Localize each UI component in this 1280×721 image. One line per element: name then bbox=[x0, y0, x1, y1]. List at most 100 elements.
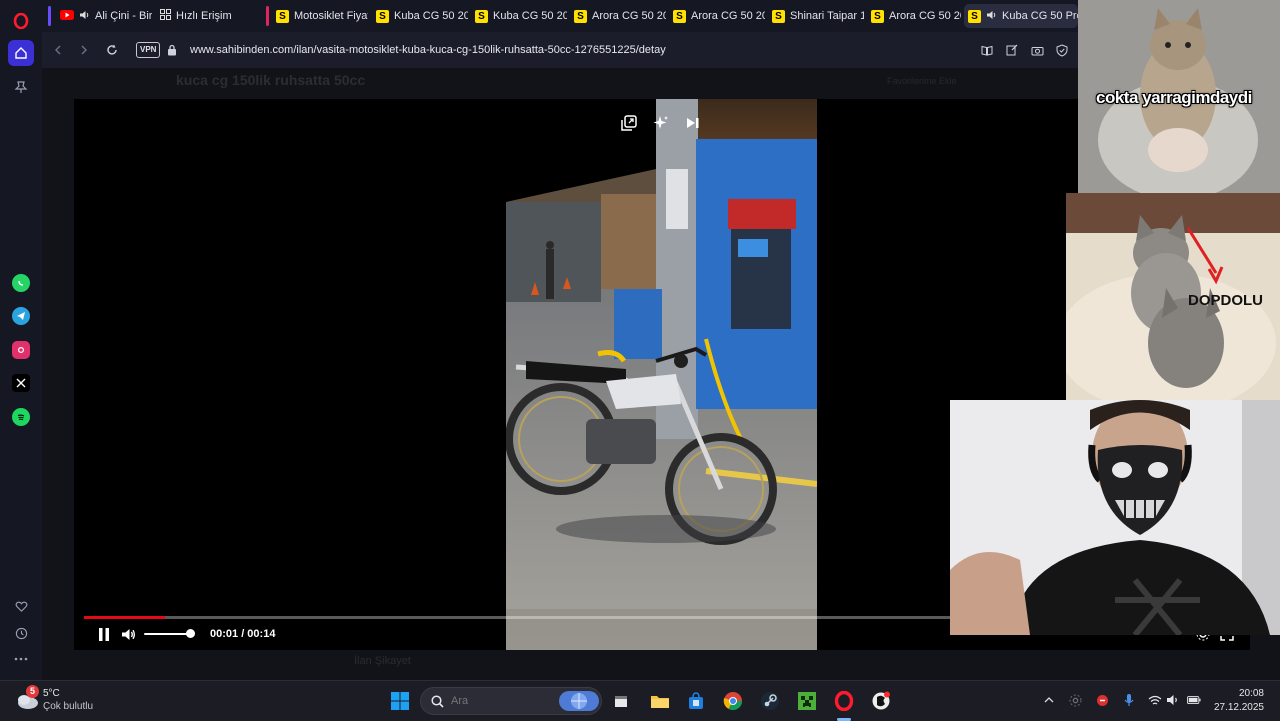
sahibinden-icon: S bbox=[475, 9, 488, 23]
report-link[interactable]: İlan Şikayet bbox=[354, 655, 411, 667]
speaker-icon[interactable] bbox=[1166, 693, 1180, 707]
wifi-icon[interactable] bbox=[1148, 693, 1162, 707]
tab-title: Kuba CG 50 Pro U bbox=[1002, 10, 1078, 22]
weather-desc: Çok bulutlu bbox=[43, 701, 94, 712]
tab-title: Arora CG 50 202 bbox=[889, 10, 961, 22]
search-highlight-icon bbox=[559, 691, 599, 711]
meme-caption-top: cokta yarragimdaydi bbox=[1096, 88, 1252, 107]
tab-title: Kuba CG 50 2024 bbox=[493, 10, 567, 22]
tab-title: Motosiklet Fiyatl bbox=[294, 10, 368, 22]
lock-icon[interactable] bbox=[164, 42, 180, 58]
workspace-indicator bbox=[266, 6, 269, 26]
open-new-window-icon[interactable] bbox=[617, 111, 641, 135]
windows-start-icon[interactable] bbox=[388, 689, 412, 713]
volume-icon[interactable] bbox=[120, 626, 136, 642]
skip-next-icon[interactable] bbox=[681, 111, 705, 135]
opera-logo-icon[interactable] bbox=[8, 8, 34, 34]
pause-icon[interactable] bbox=[96, 626, 112, 642]
minecraft-icon[interactable] bbox=[795, 689, 819, 713]
tab-title: Ali Çini - Birh bbox=[95, 10, 152, 22]
meme-caption-mid: DOPDOLU bbox=[1188, 292, 1263, 309]
tab-title: Shinari Taipar 10 bbox=[790, 10, 864, 22]
vpn-badge[interactable]: VPN bbox=[136, 42, 161, 58]
clock-time[interactable]: 20:08 bbox=[1239, 688, 1264, 699]
tab-1[interactable]: Hızlı Erişim bbox=[156, 4, 260, 28]
forward-icon[interactable] bbox=[76, 42, 92, 58]
more-icon[interactable] bbox=[8, 646, 34, 672]
tab-title: Arora CG 50 202 bbox=[691, 10, 765, 22]
tab-8[interactable]: S Arora CG 50 202 bbox=[867, 4, 961, 28]
telegram-icon[interactable] bbox=[8, 303, 34, 329]
tab-title: Arora CG 50 202 bbox=[592, 10, 666, 22]
chevron-up-icon[interactable] bbox=[1042, 693, 1056, 707]
store-icon[interactable] bbox=[684, 689, 708, 713]
spotify-icon[interactable] bbox=[8, 404, 34, 430]
reload-icon[interactable] bbox=[104, 42, 120, 58]
heart-icon[interactable] bbox=[8, 593, 34, 619]
shield-icon[interactable] bbox=[1054, 42, 1070, 58]
battery-icon[interactable] bbox=[1187, 693, 1201, 707]
x-icon[interactable] bbox=[8, 370, 34, 396]
antivirus-tray-icon[interactable] bbox=[1095, 693, 1109, 707]
tab-3[interactable]: S Kuba CG 50 2024 bbox=[372, 4, 468, 28]
opera-gx-icon[interactable] bbox=[869, 689, 893, 713]
url-input[interactable] bbox=[190, 39, 750, 61]
tab-title: Kuba CG 50 2024 bbox=[394, 10, 468, 22]
steam-icon[interactable] bbox=[758, 689, 782, 713]
tab-5[interactable]: S Arora CG 50 202 bbox=[570, 4, 666, 28]
opera-taskbar-icon[interactable] bbox=[832, 689, 856, 713]
webcam-feed-image bbox=[950, 400, 1280, 635]
file-explorer-icon[interactable] bbox=[648, 689, 672, 713]
sahibinden-icon: S bbox=[871, 9, 884, 23]
sahibinden-icon: S bbox=[968, 9, 981, 23]
favorite-link[interactable]: Favorilerime Ekle bbox=[887, 76, 957, 86]
microphone-icon[interactable] bbox=[1122, 693, 1136, 707]
cat-meme-mid: DOPDOLU bbox=[1066, 193, 1280, 400]
tab-4[interactable]: S Kuba CG 50 2024 bbox=[471, 4, 567, 28]
search-input[interactable] bbox=[451, 693, 561, 709]
weather-temp: 5°C bbox=[43, 688, 60, 699]
time-display: 00:01 / 00:14 bbox=[210, 628, 276, 640]
home-icon[interactable] bbox=[8, 40, 34, 66]
edit-icon[interactable] bbox=[1004, 42, 1020, 58]
weather-alert-badge: 5 bbox=[26, 685, 39, 698]
audio-icon[interactable] bbox=[79, 10, 90, 23]
progress-fill bbox=[84, 616, 165, 619]
audio-icon[interactable] bbox=[986, 10, 997, 23]
tab-9-active[interactable]: S Kuba CG 50 Pro U bbox=[964, 4, 1078, 28]
magic-sparkle-icon[interactable] bbox=[649, 111, 673, 135]
sahibinden-icon: S bbox=[673, 9, 686, 23]
motorcycle-gas-station-image bbox=[506, 99, 817, 650]
tab-2[interactable]: S Motosiklet Fiyatl bbox=[272, 4, 368, 28]
sahibinden-icon: S bbox=[574, 9, 587, 23]
tab-6[interactable]: S Arora CG 50 202 bbox=[669, 4, 765, 28]
back-icon[interactable] bbox=[50, 42, 66, 58]
address-bar: VPN bbox=[42, 32, 1078, 69]
windows-taskbar: 5 5°C Çok bulutlu Ara 20:08 27.12.2025 bbox=[0, 680, 1280, 721]
pinboard-icon[interactable] bbox=[8, 74, 34, 100]
whatsapp-icon[interactable] bbox=[8, 270, 34, 296]
chrome-icon[interactable] bbox=[721, 689, 745, 713]
tab-title: Hızlı Erişim bbox=[176, 10, 232, 22]
tab-7[interactable]: S Shinari Taipar 10 bbox=[768, 4, 864, 28]
youtube-icon bbox=[60, 9, 74, 23]
search-icon bbox=[431, 695, 444, 713]
snapshot-icon[interactable] bbox=[1029, 42, 1045, 58]
video-frame[interactable] bbox=[506, 99, 817, 650]
taskbar-search[interactable] bbox=[420, 687, 602, 715]
instagram-icon[interactable] bbox=[8, 337, 34, 363]
volume-knob[interactable] bbox=[186, 629, 195, 638]
page-title: kuca cg 150lik ruhsatta 50cc bbox=[176, 72, 366, 88]
tab-strip: Ali Çini - Birh Hızlı Erişim S Motosikle… bbox=[42, 0, 1078, 32]
clock-date[interactable]: 27.12.2025 bbox=[1214, 702, 1264, 713]
speed-dial-icon bbox=[160, 9, 171, 23]
tab-0[interactable]: Ali Çini - Birh bbox=[56, 4, 152, 28]
reader-mode-icon[interactable] bbox=[979, 42, 995, 58]
sahibinden-icon: S bbox=[276, 9, 289, 23]
settings-tray-icon[interactable] bbox=[1068, 693, 1082, 707]
webcam-overlay bbox=[950, 400, 1280, 635]
history-icon[interactable] bbox=[8, 620, 34, 646]
volume-slider[interactable] bbox=[144, 633, 192, 635]
task-view-icon[interactable] bbox=[609, 689, 633, 713]
opera-sidebar bbox=[0, 0, 43, 680]
